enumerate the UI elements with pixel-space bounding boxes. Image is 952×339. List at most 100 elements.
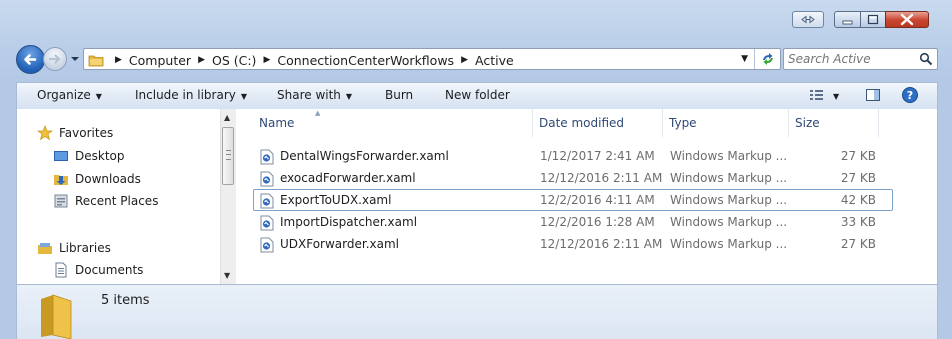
file-date: 12/2/2016 1:28 AM [540, 215, 655, 229]
breadcrumb: ▶ Computer ▶ OS (C:) ▶ ConnectionCenterW… [108, 52, 514, 68]
burn-button[interactable]: Burn [385, 88, 413, 102]
scroll-down-icon[interactable]: ▼ [224, 271, 230, 280]
column-header-date[interactable]: Date modified [533, 109, 663, 137]
nav-item-documents[interactable]: Documents [53, 260, 143, 280]
maximize-icon [867, 14, 879, 25]
table-row-focused[interactable]: ExportToUDX.xaml 12/2/2016 4:11 AM Windo… [253, 189, 893, 211]
star-icon [37, 125, 53, 141]
breadcrumb-folder[interactable]: ConnectionCenterWorkflows [277, 53, 454, 68]
file-size: 27 KB [840, 171, 876, 185]
nav-label: Recent Places [75, 194, 159, 208]
nav-item-favorites[interactable]: Favorites [37, 123, 113, 143]
help-button[interactable]: ? [901, 86, 919, 107]
recent-pages-dropdown[interactable] [68, 52, 82, 66]
nav-item-libraries[interactable]: Libraries [37, 238, 111, 258]
file-list: DentalWingsForwarder.xaml 1/12/2017 2:41… [253, 145, 893, 255]
file-date: 12/12/2016 2:11 AM [540, 171, 663, 185]
close-button[interactable] [885, 11, 929, 28]
file-date: 1/12/2017 2:41 AM [540, 149, 655, 163]
view-dropdown[interactable]: ▼ [833, 88, 839, 102]
breadcrumb-current[interactable]: Active [475, 53, 514, 68]
address-bar[interactable]: ▶ Computer ▶ OS (C:) ▶ ConnectionCenterW… [83, 48, 781, 70]
navigation-pane: Favorites Desktop Downloads Recent Place… [17, 109, 236, 284]
nav-item-recent-places[interactable]: Recent Places [53, 191, 158, 211]
explorer-window: ▶ Computer ▶ OS (C:) ▶ ConnectionCenterW… [0, 0, 952, 339]
xaml-file-icon [260, 171, 274, 187]
column-header-label: Size [795, 116, 820, 130]
share-with-label: Share with [277, 88, 341, 102]
address-history-dropdown-icon[interactable]: ▼ [741, 54, 748, 64]
item-count: 5 items [101, 293, 150, 308]
column-header-label: Name [259, 116, 295, 130]
scroll-up-icon[interactable]: ▲ [224, 113, 230, 122]
change-view-button[interactable] [809, 87, 825, 106]
file-date: 12/12/2016 2:11 AM [540, 237, 663, 251]
recent-places-icon [53, 193, 69, 209]
minimize-icon [842, 20, 853, 25]
breadcrumb-separator-icon: ▶ [115, 55, 122, 65]
scrollbar-thumb[interactable] [222, 127, 234, 185]
refresh-icon [762, 53, 773, 65]
breadcrumb-computer[interactable]: Computer [129, 53, 191, 68]
table-row[interactable]: exocadForwarder.xaml 12/12/2016 2:11 AM … [253, 167, 893, 189]
chevron-down-icon: ▼ [833, 92, 840, 101]
file-name: ExportToUDX.xaml [280, 193, 392, 207]
xaml-file-icon [260, 193, 274, 209]
nav-item-downloads[interactable]: Downloads [53, 169, 141, 189]
navigation-scrollbar[interactable]: ▲ ▼ [220, 109, 236, 284]
organize-menu[interactable]: Organize ▼ [37, 88, 102, 102]
xaml-file-icon [260, 215, 274, 231]
search-input[interactable] [788, 50, 913, 68]
new-folder-button[interactable]: New folder [445, 88, 510, 102]
table-row[interactable]: UDXForwarder.xaml 12/12/2016 2:11 AM Win… [253, 233, 893, 255]
breadcrumb-separator-icon[interactable]: ▶ [461, 55, 468, 65]
preview-pane-button[interactable] [865, 87, 881, 106]
maximize-button[interactable] [860, 11, 886, 28]
refresh-button[interactable] [754, 49, 780, 69]
table-row[interactable]: ImportDispatcher.xaml 12/2/2016 1:28 AM … [253, 211, 893, 233]
column-header-type[interactable]: Type [663, 109, 789, 137]
search-icon[interactable] [919, 52, 933, 66]
file-name: DentalWingsForwarder.xaml [280, 149, 449, 163]
minimize-button[interactable] [834, 11, 861, 28]
table-row[interactable]: DentalWingsForwarder.xaml 1/12/2017 2:41… [253, 145, 893, 167]
search-box[interactable] [783, 48, 938, 70]
file-type: Windows Markup ... [670, 149, 788, 163]
resize-toggle-button[interactable] [792, 11, 824, 28]
file-name: exocadForwarder.xaml [280, 171, 416, 185]
nav-label: Favorites [59, 126, 114, 140]
column-header-name[interactable]: Name ▲ [253, 109, 533, 137]
chevron-down-icon: ▼ [345, 92, 353, 101]
breadcrumb-separator-icon[interactable]: ▶ [198, 55, 205, 65]
new-folder-label: New folder [445, 88, 510, 102]
documents-icon [53, 262, 69, 278]
downloads-folder-icon [53, 171, 69, 187]
nav-item-desktop[interactable]: Desktop [53, 146, 125, 166]
include-in-library-label: Include in library [135, 88, 236, 102]
include-in-library-menu[interactable]: Include in library ▼ [135, 88, 247, 102]
chevron-down-icon [71, 57, 79, 61]
double-arrow-icon [801, 15, 815, 24]
file-type: Windows Markup ... [670, 237, 788, 251]
xaml-file-icon [260, 237, 274, 253]
file-name: UDXForwarder.xaml [280, 237, 400, 251]
file-type: Windows Markup ... [670, 215, 788, 229]
large-folder-icon [41, 294, 72, 339]
file-type: Windows Markup ... [670, 171, 788, 185]
breadcrumb-separator-icon[interactable]: ▶ [263, 55, 270, 65]
burn-label: Burn [385, 88, 414, 102]
preview-pane-icon [866, 89, 880, 101]
details-pane: 5 items [16, 284, 938, 339]
close-icon [900, 13, 914, 26]
share-with-menu[interactable]: Share with ▼ [277, 88, 352, 102]
chevron-down-icon: ▼ [95, 92, 102, 101]
grip-icon [226, 150, 231, 160]
sort-ascending-icon: ▲ [315, 109, 321, 117]
organize-label: Organize [37, 88, 91, 102]
back-button[interactable] [16, 45, 45, 74]
column-header-size[interactable]: Size [789, 109, 879, 137]
forward-button[interactable] [43, 47, 67, 71]
breadcrumb-drive[interactable]: OS (C:) [212, 53, 256, 68]
folder-icon [88, 55, 104, 67]
file-size: 42 KB [840, 193, 876, 207]
